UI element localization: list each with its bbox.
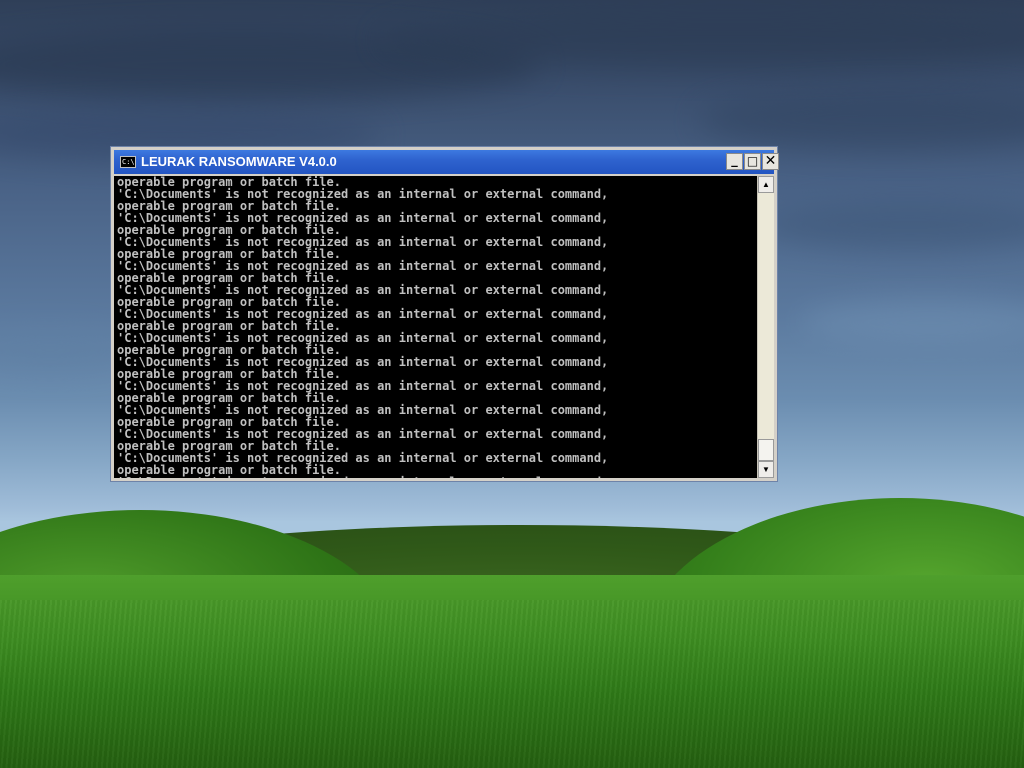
grass-texture bbox=[0, 600, 1024, 768]
cloud bbox=[760, 200, 1024, 250]
minimize-button[interactable]: _ bbox=[726, 153, 743, 170]
console-window[interactable]: C:\ LEURAK RANSOMWARE V4.0.0 _ □ ✕ opera… bbox=[110, 146, 779, 482]
console-icon[interactable]: C:\ bbox=[120, 156, 136, 168]
close-button[interactable]: ✕ bbox=[762, 153, 779, 170]
maximize-button[interactable]: □ bbox=[744, 153, 761, 170]
scroll-down-button[interactable]: ▼ bbox=[758, 461, 774, 478]
cloud bbox=[700, 90, 1024, 150]
scroll-thumb[interactable] bbox=[758, 439, 774, 461]
console-output[interactable]: operable program or batch file. 'C:\Docum… bbox=[114, 176, 757, 478]
console-line: 'C:\Documents' is not recognized as an i… bbox=[114, 476, 757, 478]
window-titlebar[interactable]: C:\ LEURAK RANSOMWARE V4.0.0 _ □ ✕ bbox=[114, 150, 779, 174]
vertical-scrollbar[interactable]: ▲ ▼ bbox=[757, 176, 774, 478]
cloud bbox=[800, 300, 1024, 345]
scroll-up-button[interactable]: ▲ bbox=[758, 176, 774, 193]
window-title: LEURAK RANSOMWARE V4.0.0 bbox=[141, 154, 337, 169]
